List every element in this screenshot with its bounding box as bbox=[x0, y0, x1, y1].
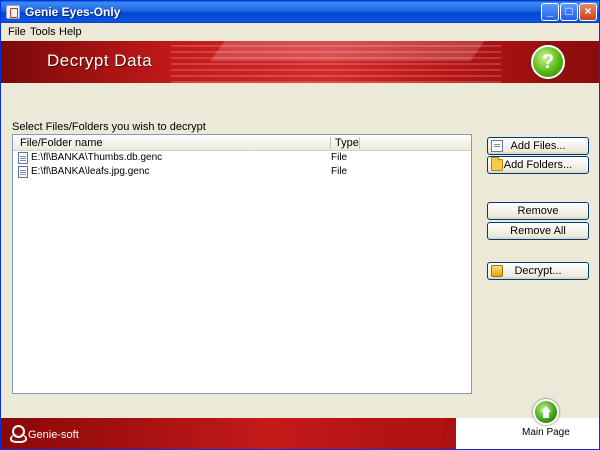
menu-bar: File Tools Help bbox=[1, 23, 599, 41]
file-type: File bbox=[331, 152, 348, 163]
remove-label: Remove bbox=[517, 205, 559, 217]
folder-icon bbox=[491, 157, 503, 171]
maximize-button[interactable]: □ bbox=[560, 3, 578, 21]
file-icon bbox=[491, 140, 503, 152]
file-type: File bbox=[331, 166, 348, 177]
column-divider[interactable] bbox=[359, 137, 360, 149]
decrypt-button[interactable]: Decrypt... bbox=[487, 262, 589, 280]
file-name: E:\fl\BANKA\Thumbs.db.genc bbox=[31, 152, 163, 163]
menu-help[interactable]: Help bbox=[59, 26, 82, 38]
home-icon[interactable] bbox=[533, 399, 559, 425]
remove-button[interactable]: Remove bbox=[487, 202, 589, 220]
add-files-button[interactable]: Add Files... bbox=[487, 137, 589, 155]
minimize-button[interactable]: _ bbox=[541, 3, 559, 21]
decrypt-label: Decrypt... bbox=[514, 265, 562, 277]
page-title: Decrypt Data bbox=[47, 51, 153, 70]
app-window: Genie Eyes-Only _ □ × File Tools Help De… bbox=[0, 0, 600, 450]
add-folders-label: Add Folders... bbox=[503, 159, 573, 171]
remove-all-button[interactable]: Remove All bbox=[487, 222, 589, 240]
genie-soft-logo: Genie-soft bbox=[28, 429, 79, 441]
column-type[interactable]: Type bbox=[335, 137, 359, 149]
file-icon bbox=[18, 152, 28, 164]
banner-shine bbox=[210, 41, 492, 61]
file-name: E:\fl\BANKA\leafs.jpg.genc bbox=[31, 166, 150, 177]
menu-tools[interactable]: Tools bbox=[30, 26, 56, 38]
header-banner: Decrypt Data bbox=[1, 41, 599, 83]
column-file-folder-name[interactable]: File/Folder name bbox=[20, 137, 103, 149]
main-page-label[interactable]: Main Page bbox=[522, 427, 570, 438]
instructions-label: Select Files/Folders you wish to decrypt bbox=[12, 121, 206, 133]
remove-all-label: Remove All bbox=[510, 225, 566, 237]
file-list[interactable]: File/Folder name Type E:\fl\BANKA\Thumbs… bbox=[12, 134, 472, 394]
decrypt-icon bbox=[491, 265, 503, 277]
window-title: Genie Eyes-Only bbox=[25, 5, 121, 19]
column-divider[interactable] bbox=[330, 137, 331, 149]
add-files-label: Add Files... bbox=[510, 140, 566, 152]
help-icon[interactable]: ? bbox=[531, 45, 565, 79]
app-icon[interactable] bbox=[6, 5, 20, 19]
add-folders-button[interactable]: Add Folders... bbox=[487, 156, 589, 174]
title-bar[interactable]: Genie Eyes-Only _ □ × bbox=[1, 1, 599, 23]
genie-logo-icon bbox=[10, 425, 27, 443]
list-item[interactable]: E:\fl\BANKA\leafs.jpg.genc File bbox=[13, 165, 471, 179]
list-item[interactable]: E:\fl\BANKA\Thumbs.db.genc File bbox=[13, 151, 471, 165]
list-header: File/Folder name Type bbox=[13, 135, 471, 151]
file-icon bbox=[18, 166, 28, 178]
close-button[interactable]: × bbox=[579, 3, 597, 21]
menu-file[interactable]: File bbox=[8, 26, 26, 38]
